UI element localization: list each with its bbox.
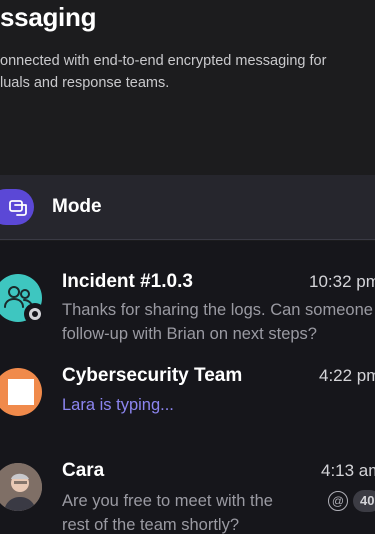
conversation-list: Incident #1.0.3 10:32 pm Thanks for shar… <box>0 241 375 534</box>
conversation-item[interactable]: Cybersecurity Team 4:22 pm Lara is typin… <box>0 351 375 446</box>
conversation-title: Cara <box>62 460 105 481</box>
swap-window-icon <box>0 189 34 225</box>
page-title: ssaging <box>0 2 97 32</box>
team-logo-icon <box>8 379 34 405</box>
conversation-item[interactable]: Incident #1.0.3 10:32 pm Thanks for shar… <box>0 241 375 351</box>
conversation-time: 10:32 pm <box>309 272 375 291</box>
conversation-preview: Thanks for sharing the logs. Can someone… <box>62 298 373 346</box>
conversation-item[interactable]: Cara 4:13 am Are you free to meet with t… <box>0 446 375 534</box>
mention-icon: @ <box>328 491 348 511</box>
team-avatar <box>0 368 42 416</box>
page-description: onnected with end-to-end encrypted messa… <box>0 50 375 94</box>
typing-indicator: Lara is typing... <box>62 396 174 414</box>
status-indicator-icon <box>24 303 46 325</box>
preview-line: Thanks for sharing the logs. Can someone <box>62 301 373 319</box>
conversation-title: Cybersecurity Team <box>62 365 243 386</box>
description-line: onnected with end-to-end encrypted messa… <box>0 53 327 69</box>
conversation-title: Incident #1.0.3 <box>62 271 193 292</box>
conversation-time: 4:22 pm <box>319 366 375 385</box>
conversation-time: 4:13 am <box>321 461 375 480</box>
hero-section: ssaging onnected with end-to-end encrypt… <box>0 0 375 175</box>
description-line: luals and response teams. <box>0 75 170 91</box>
user-avatar <box>0 463 42 511</box>
unread-count-badge: 40 <box>353 490 375 512</box>
preview-line: rest of the team shortly? <box>62 516 239 534</box>
mode-label: Mode <box>52 196 102 217</box>
preview-line: Are you free to meet with the <box>62 492 273 510</box>
conversation-preview: Are you free to meet with the rest of th… <box>62 489 273 534</box>
preview-line: follow-up with Brian on next steps? <box>62 325 317 343</box>
mode-selector[interactable]: Mode <box>0 175 375 240</box>
